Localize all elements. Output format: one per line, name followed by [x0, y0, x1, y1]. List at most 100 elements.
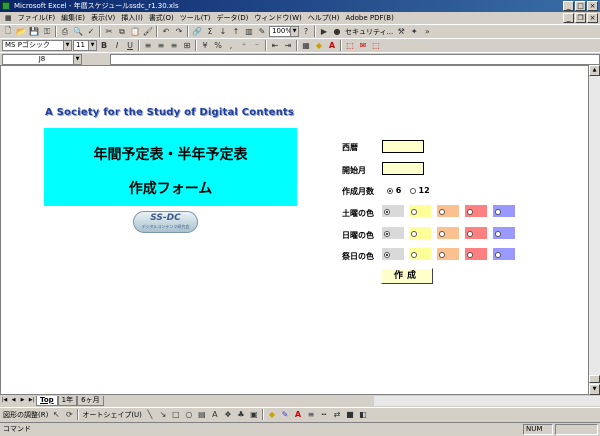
underline-icon[interactable]: U [124, 40, 136, 52]
minimize-button[interactable]: _ [563, 1, 574, 11]
holiday-radio-yellow[interactable] [411, 251, 417, 258]
run-macro-icon[interactable]: ▶ [318, 26, 330, 38]
doc-close-button[interactable]: × [587, 13, 598, 23]
redo-icon[interactable]: ↷ [173, 26, 185, 38]
sunday-radio-red[interactable] [467, 230, 473, 237]
sunday-color-yellow[interactable] [409, 227, 431, 239]
sunday-color-blue[interactable] [493, 227, 515, 239]
cut-icon[interactable]: ✂ [103, 26, 115, 38]
tab-top[interactable]: Top [36, 395, 58, 406]
last-sheet-icon[interactable]: ▶| [27, 396, 36, 405]
saturday-radio-yellow[interactable] [411, 208, 417, 215]
zoom-combo[interactable]: 100% ▼ [269, 26, 299, 37]
align-right-icon[interactable]: ≡ [168, 40, 180, 52]
align-center-icon[interactable]: ≡ [155, 40, 167, 52]
currency-icon[interactable]: ¥ [199, 40, 211, 52]
start-month-input[interactable] [382, 162, 424, 175]
menu-file[interactable]: ファイル(F) [15, 13, 59, 23]
holiday-color-blue[interactable] [493, 248, 515, 260]
pdf-review-icon[interactable]: ⬚ [370, 40, 382, 52]
select-pointer-icon[interactable]: ↖ [50, 409, 62, 421]
new-file-icon[interactable]: 🗋 [2, 26, 14, 38]
italic-icon[interactable]: I [111, 40, 123, 52]
holiday-radio-gray[interactable] [384, 251, 390, 258]
create-pdf-icon[interactable]: ⬚ [344, 40, 356, 52]
scroll-down-icon[interactable]: ▼ [589, 384, 600, 395]
worksheet-area[interactable]: A Society for the Study of Digital Conte… [0, 65, 589, 395]
format-painter-icon[interactable]: 🖌 [142, 26, 154, 38]
autoshape-button[interactable]: オートシェイプ(U) [81, 410, 143, 420]
security-button[interactable]: セキュリティ... [344, 27, 394, 37]
prev-sheet-icon[interactable]: ◀ [9, 396, 18, 405]
3d-icon[interactable]: ◧ [357, 409, 369, 421]
horizontal-scrollbar[interactable] [373, 395, 600, 406]
shadow-icon[interactable]: ■ [344, 409, 356, 421]
picture-icon[interactable]: ▣ [248, 409, 260, 421]
drawing-toggle-icon[interactable]: ✎ [256, 26, 268, 38]
holiday-radio-orange[interactable] [439, 251, 445, 258]
close-button[interactable]: × [587, 1, 598, 11]
wordart-icon[interactable]: A [209, 409, 221, 421]
first-sheet-icon[interactable]: |◀ [0, 396, 9, 405]
tab-1year[interactable]: 1年 [57, 395, 78, 406]
vertical-scrollbar[interactable]: ▲ ▼ [589, 65, 600, 395]
hyperlink-icon[interactable]: 🔗 [191, 26, 203, 38]
borders-icon[interactable]: ▦ [300, 40, 312, 52]
menu-window[interactable]: ウィンドウ(W) [251, 13, 304, 23]
visual-basic-icon[interactable]: ✦ [408, 26, 420, 38]
menu-help[interactable]: ヘルプ(H) [305, 13, 343, 23]
increase-decimal-icon[interactable]: ⁺ [238, 40, 250, 52]
textbox-tool-icon[interactable]: ▤ [196, 409, 208, 421]
diagram-icon[interactable]: ❖ [222, 409, 234, 421]
holiday-color-yellow[interactable] [409, 248, 431, 260]
scroll-thumb[interactable] [589, 375, 600, 383]
record-icon[interactable]: ● [331, 26, 343, 38]
holiday-radio-red[interactable] [467, 251, 473, 258]
print-preview-icon[interactable]: 🔍 [72, 26, 84, 38]
saturday-color-gray[interactable] [382, 205, 404, 217]
next-sheet-icon[interactable]: ▶ [18, 396, 27, 405]
spelling-icon[interactable]: ✓ [85, 26, 97, 38]
font-name-combo[interactable]: MS Pゴシック ▼ [2, 40, 72, 51]
saturday-color-blue[interactable] [493, 205, 515, 217]
line-tool-icon[interactable]: ╲ [144, 409, 156, 421]
holiday-radio-blue[interactable] [495, 251, 501, 258]
saturday-radio-gray[interactable] [384, 208, 390, 215]
decrease-decimal-icon[interactable]: ⁻ [251, 40, 263, 52]
arrow-tool-icon[interactable]: ↘ [157, 409, 169, 421]
maximize-button[interactable]: □ [575, 1, 586, 11]
line-color-icon[interactable]: ✎ [279, 409, 291, 421]
holiday-color-red[interactable] [465, 248, 487, 260]
decrease-indent-icon[interactable]: ⇤ [269, 40, 281, 52]
percent-icon[interactable]: % [212, 40, 224, 52]
paste-icon[interactable]: 📋 [129, 26, 141, 38]
saturday-color-orange[interactable] [437, 205, 459, 217]
open-folder-icon[interactable]: 📂 [15, 26, 27, 38]
fill-color-icon[interactable]: ◆ [313, 40, 325, 52]
rectangle-tool-icon[interactable]: □ [170, 409, 182, 421]
align-left-icon[interactable]: ≡ [142, 40, 154, 52]
sunday-radio-blue[interactable] [495, 230, 501, 237]
autosum-icon[interactable]: Σ [204, 26, 216, 38]
sunday-radio-gray[interactable] [384, 230, 390, 237]
save-icon[interactable]: 💾 [28, 26, 40, 38]
print-icon[interactable]: ⎙ [59, 26, 71, 38]
menu-tools[interactable]: ツール(T) [177, 13, 214, 23]
help-icon[interactable]: ? [300, 26, 312, 38]
formula-input[interactable] [110, 53, 600, 65]
tab-6months[interactable]: 6ヶ月 [77, 395, 104, 406]
holiday-color-orange[interactable] [437, 248, 459, 260]
sort-desc-icon[interactable]: ↑ [230, 26, 242, 38]
pdf-mail-icon[interactable]: ✉ [357, 40, 369, 52]
chart-wizard-icon[interactable]: ▥ [243, 26, 255, 38]
menu-adobe-pdf[interactable]: Adobe PDF(B) [343, 14, 397, 22]
undo-icon[interactable]: ↶ [160, 26, 172, 38]
rotate-icon[interactable]: ⟳ [63, 409, 75, 421]
oval-tool-icon[interactable]: ○ [183, 409, 195, 421]
increase-indent-icon[interactable]: ⇥ [282, 40, 294, 52]
holiday-color-gray[interactable] [382, 248, 404, 260]
toolbar-options-icon[interactable]: » [421, 26, 433, 38]
menu-data[interactable]: データ(D) [214, 13, 252, 23]
sunday-color-gray[interactable] [382, 227, 404, 239]
draw-menu-button[interactable]: 図形の調整(R) [2, 410, 49, 420]
